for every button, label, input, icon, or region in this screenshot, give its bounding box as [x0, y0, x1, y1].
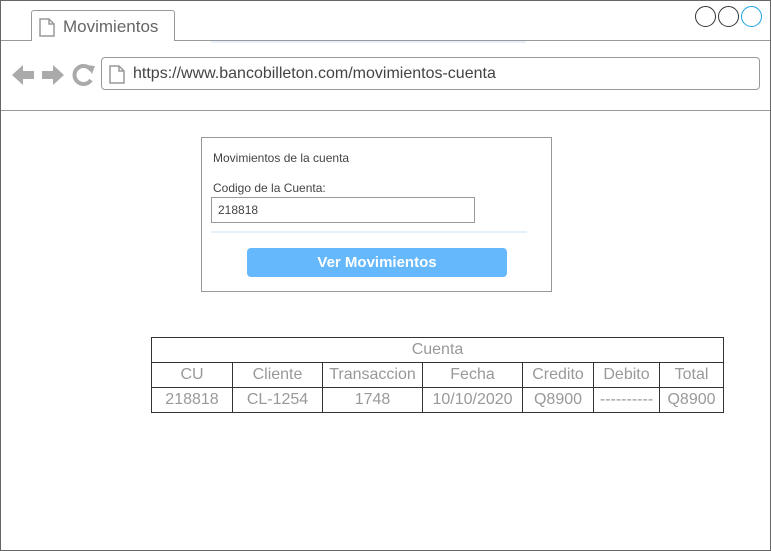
back-arrow-icon[interactable]	[12, 65, 34, 85]
window-controls	[695, 6, 762, 27]
table-cell: CL-1254	[232, 387, 323, 413]
column-header: Total	[659, 362, 724, 388]
url-text: https://www.bancobilleton.com/movimiento…	[133, 65, 496, 82]
header-divider-left	[1, 40, 31, 41]
table-caption: Cuenta	[151, 337, 724, 363]
table-header-row: CU Cliente Transaccion Fecha Credito Deb…	[151, 362, 724, 388]
column-header: Debito	[593, 362, 660, 388]
table-cell: 10/10/2020	[422, 387, 523, 413]
header-accent-line	[211, 41, 526, 43]
maximize-icon[interactable]	[718, 6, 739, 27]
navigation-controls	[12, 63, 96, 92]
form-title: Movimientos de la cuenta	[213, 151, 350, 165]
browser-tab[interactable]: Movimientos	[31, 10, 175, 41]
column-header: Transaccion	[322, 362, 423, 388]
column-header: Fecha	[422, 362, 523, 388]
table-row: 218818 CL-1254 1748 10/10/2020 Q8900 ---…	[151, 387, 724, 413]
page-icon	[109, 65, 125, 89]
table-cell: ----------	[593, 387, 660, 413]
account-table: Cuenta CU Cliente Transaccion Fecha Cred…	[151, 337, 724, 413]
table-cell: Q8900	[659, 387, 724, 413]
account-code-label: Codigo de la Cuenta:	[213, 181, 326, 195]
browser-window: Movimientos https://www.bancobilleton.co…	[0, 0, 771, 551]
close-icon[interactable]	[741, 6, 762, 27]
account-code-input[interactable]	[211, 197, 475, 223]
toolbar-divider	[1, 110, 770, 111]
column-header: CU	[151, 362, 233, 388]
forward-arrow-icon[interactable]	[42, 65, 64, 85]
table-cell: Q8900	[522, 387, 594, 413]
tab-title: Movimientos	[63, 17, 159, 36]
page-icon	[39, 18, 55, 42]
column-header: Credito	[522, 362, 594, 388]
minimize-icon[interactable]	[695, 6, 716, 27]
reload-icon[interactable]	[72, 64, 95, 86]
table-cell: 218818	[151, 387, 233, 413]
table-cell: 1748	[322, 387, 423, 413]
table-caption-row: Cuenta	[151, 337, 724, 363]
column-header: Cliente	[232, 362, 323, 388]
address-bar[interactable]: https://www.bancobilleton.com/movimiento…	[101, 57, 760, 90]
form-separator	[211, 231, 527, 233]
view-movements-button[interactable]: Ver Movimientos	[247, 248, 507, 277]
account-movements-form: Movimientos de la cuenta Codigo de la Cu…	[201, 137, 552, 292]
